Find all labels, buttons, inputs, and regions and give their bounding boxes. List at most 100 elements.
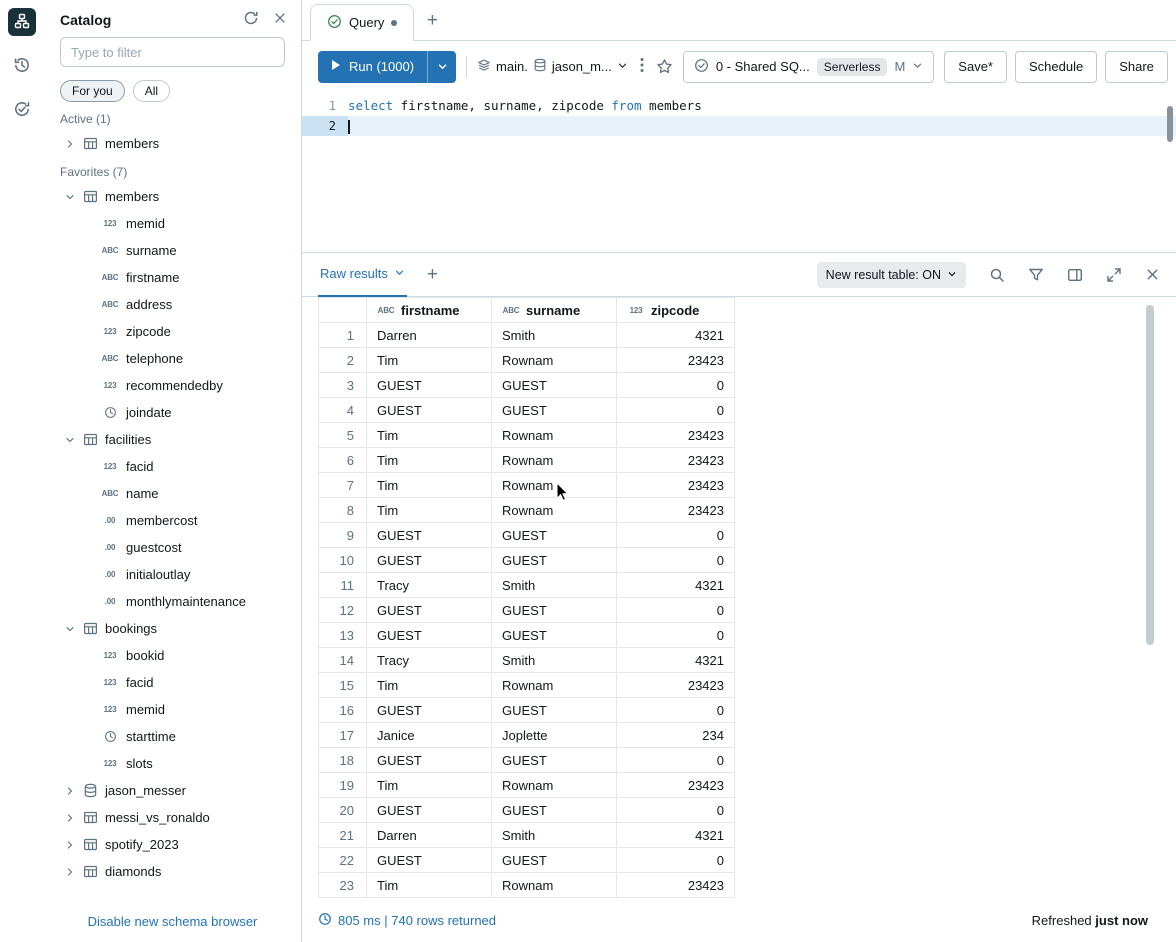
- tree-column-starttime[interactable]: starttime: [44, 723, 301, 750]
- warehouse-selector[interactable]: 0 - Shared SQ... Serverless M: [683, 51, 934, 83]
- tab-query[interactable]: Query: [310, 4, 414, 41]
- close-catalog-button[interactable]: [273, 11, 287, 28]
- favorite-star-icon[interactable]: [656, 58, 673, 75]
- tree-item-bookings[interactable]: bookings: [44, 615, 301, 642]
- chevron-down-icon: [394, 266, 405, 281]
- table-row[interactable]: 8TimRownam23423: [319, 498, 735, 523]
- close-results-icon[interactable]: [1145, 267, 1160, 282]
- tree-column-name[interactable]: ABCname: [44, 480, 301, 507]
- catalog-filter-input[interactable]: [60, 37, 285, 67]
- table-row[interactable]: 19TimRownam23423: [319, 773, 735, 798]
- table-row[interactable]: 6TimRownam23423: [319, 448, 735, 473]
- tree-column-facid[interactable]: 123facid: [44, 453, 301, 480]
- search-icon[interactable]: [989, 267, 1005, 283]
- insights-rail-button[interactable]: [8, 96, 36, 124]
- tree-column-address[interactable]: ABCaddress: [44, 291, 301, 318]
- tree-column-bookid[interactable]: 123bookid: [44, 642, 301, 669]
- string-type-icon: ABC: [101, 300, 119, 309]
- schema-browser-rail-button[interactable]: [8, 8, 36, 36]
- table-row[interactable]: 1DarrenSmith4321: [319, 323, 735, 348]
- table-row[interactable]: 15TimRownam23423: [319, 673, 735, 698]
- table-row[interactable]: 14TracySmith4321: [319, 648, 735, 673]
- tree-item-jason_messer[interactable]: jason_messer: [44, 777, 301, 804]
- tree-column-telephone[interactable]: ABCtelephone: [44, 345, 301, 372]
- history-rail-button[interactable]: [8, 52, 36, 80]
- integer-type-icon: 123: [101, 462, 119, 471]
- new-tab-button[interactable]: +: [418, 7, 446, 35]
- fullscreen-icon[interactable]: [1106, 267, 1122, 283]
- chevron-right-icon[interactable]: [64, 785, 76, 797]
- tree-column-initialoutlay[interactable]: .00initialoutlay: [44, 561, 301, 588]
- tree-column-memid[interactable]: 123memid: [44, 210, 301, 237]
- table-row[interactable]: 10GUESTGUEST0: [319, 548, 735, 573]
- tree-item-diamonds[interactable]: diamonds: [44, 858, 301, 885]
- tree-column-monthlymaintenance[interactable]: .00monthlymaintenance: [44, 588, 301, 615]
- chevron-down-icon[interactable]: [64, 434, 76, 446]
- table-row[interactable]: 11TracySmith4321: [319, 573, 735, 598]
- filter-all-pill[interactable]: All: [133, 80, 170, 102]
- tree-column-membercost[interactable]: .00membercost: [44, 507, 301, 534]
- schedule-button[interactable]: Schedule: [1015, 51, 1097, 83]
- schema-browser-icon: [14, 13, 30, 32]
- editor-line[interactable]: 2: [302, 116, 1176, 136]
- chevron-right-icon[interactable]: [64, 812, 76, 824]
- table-row[interactable]: 2TimRownam23423: [319, 348, 735, 373]
- tree-item-spotify_2023[interactable]: spotify_2023: [44, 831, 301, 858]
- raw-results-tab[interactable]: Raw results: [318, 253, 407, 297]
- tree-column-zipcode[interactable]: 123zipcode: [44, 318, 301, 345]
- add-result-tab-button[interactable]: +: [427, 264, 438, 286]
- table-row[interactable]: 4GUESTGUEST0: [319, 398, 735, 423]
- tree-section-label: Favorites (7): [44, 157, 301, 183]
- editor-line[interactable]: 1select firstname, surname, zipcode from…: [302, 96, 1176, 116]
- chevron-right-icon[interactable]: [64, 866, 76, 878]
- column-header-zipcode[interactable]: 123zipcode: [617, 298, 735, 323]
- table-row[interactable]: 16GUESTGUEST0: [319, 698, 735, 723]
- columns-icon[interactable]: [1067, 267, 1083, 283]
- tree-column-joindate[interactable]: joindate: [44, 399, 301, 426]
- table-row[interactable]: 18GUESTGUEST0: [319, 748, 735, 773]
- save-button[interactable]: Save*: [944, 51, 1007, 83]
- table-row[interactable]: 7TimRownam23423: [319, 473, 735, 498]
- tree-column-facid[interactable]: 123facid: [44, 669, 301, 696]
- filter-for-you-pill[interactable]: For you: [60, 80, 125, 102]
- tree-column-surname[interactable]: ABCsurname: [44, 237, 301, 264]
- sql-editor[interactable]: 1select firstname, surname, zipcode from…: [302, 92, 1176, 252]
- tree-column-firstname[interactable]: ABCfirstname: [44, 264, 301, 291]
- table-row[interactable]: 21DarrenSmith4321: [319, 823, 735, 848]
- tree-item-members[interactable]: members: [44, 130, 301, 157]
- tree-column-slots[interactable]: 123slots: [44, 750, 301, 777]
- table-row[interactable]: 23TimRownam23423: [319, 873, 735, 898]
- run-button[interactable]: Run (1000): [318, 51, 456, 83]
- chevron-right-icon[interactable]: [64, 138, 76, 150]
- tree-item-messi_vs_ronaldo[interactable]: messi_vs_ronaldo: [44, 804, 301, 831]
- table-row[interactable]: 12GUESTGUEST0: [319, 598, 735, 623]
- chevron-down-icon[interactable]: [64, 191, 76, 203]
- run-button-label: Run (1000): [349, 59, 414, 74]
- tree-column-guestcost[interactable]: .00guestcost: [44, 534, 301, 561]
- tree-column-memid[interactable]: 123memid: [44, 696, 301, 723]
- page-scrollbar-thumb[interactable]: [1167, 106, 1173, 142]
- more-options-button[interactable]: [638, 57, 646, 76]
- share-button[interactable]: Share: [1105, 51, 1168, 83]
- results-scrollbar-thumb[interactable]: [1146, 305, 1154, 645]
- table-row[interactable]: 22GUESTGUEST0: [319, 848, 735, 873]
- chevron-down-icon[interactable]: [64, 623, 76, 635]
- tree-item-members[interactable]: members: [44, 183, 301, 210]
- tree-column-recommendedby[interactable]: 123recommendedby: [44, 372, 301, 399]
- refresh-button[interactable]: [243, 10, 259, 29]
- column-header-surname[interactable]: ABCsurname: [492, 298, 617, 323]
- new-result-table-toggle[interactable]: New result table: ON: [817, 262, 966, 288]
- run-options-caret[interactable]: [427, 51, 456, 83]
- column-header-firstname[interactable]: ABCfirstname: [367, 298, 492, 323]
- tree-item-facilities[interactable]: facilities: [44, 426, 301, 453]
- table-row[interactable]: 20GUESTGUEST0: [319, 798, 735, 823]
- table-row[interactable]: 5TimRownam23423: [319, 423, 735, 448]
- table-row[interactable]: 3GUESTGUEST0: [319, 373, 735, 398]
- catalog-schema-selector[interactable]: main. jason_m...: [477, 58, 628, 75]
- table-row[interactable]: 13GUESTGUEST0: [319, 623, 735, 648]
- chevron-right-icon[interactable]: [64, 839, 76, 851]
- table-row[interactable]: 17JaniceJoplette234: [319, 723, 735, 748]
- table-row[interactable]: 9GUESTGUEST0: [319, 523, 735, 548]
- disable-schema-browser-link[interactable]: Disable new schema browser: [88, 914, 258, 929]
- filter-icon[interactable]: [1028, 267, 1044, 283]
